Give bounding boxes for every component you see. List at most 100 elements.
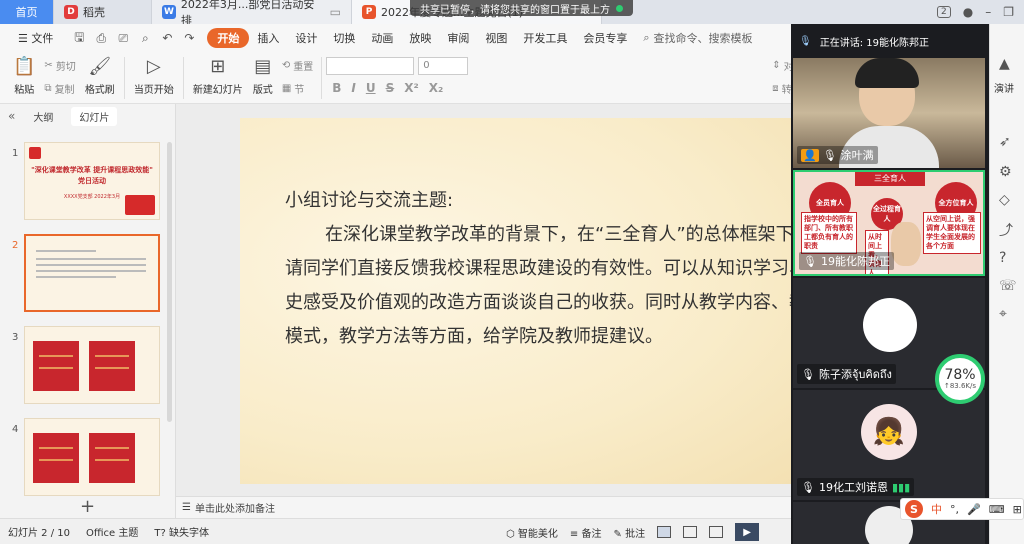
reading-view-icon[interactable] — [709, 526, 724, 538]
save-icon[interactable]: 🖫 — [71, 30, 87, 46]
minimize-icon[interactable]: – — [985, 5, 991, 19]
restore-icon[interactable]: ❐ — [1003, 5, 1014, 19]
subscript-icon[interactable]: X₂ — [429, 81, 444, 95]
menu-slideshow[interactable]: 放映 — [401, 30, 439, 46]
menu-review[interactable]: 审阅 — [439, 30, 477, 46]
play-icon: ▷ — [146, 56, 161, 77]
sorter-view-icon[interactable] — [683, 526, 698, 538]
tab-daoke[interactable]: D 稻壳 — [54, 0, 152, 24]
video-tile[interactable]: 👤 🎙 涂叶满 — [793, 58, 985, 168]
menu-member[interactable]: 会员专享 — [575, 30, 635, 46]
format-painter-button[interactable]: 🖌 格式刷 — [80, 52, 120, 100]
red-panel — [33, 433, 79, 483]
italic-icon[interactable]: I — [351, 81, 355, 95]
from-current-button[interactable]: ▷ 当页开始 — [129, 52, 179, 100]
strikethrough-icon[interactable]: S — [386, 81, 395, 95]
reset-button[interactable]: ⟲ 重置 — [282, 58, 313, 73]
theme-name[interactable]: Office 主题 — [86, 524, 138, 539]
section-button[interactable]: ▦ 节 — [282, 81, 313, 96]
slide-thumbnail-3[interactable] — [24, 326, 160, 404]
ime-more-icon[interactable]: ⊞ — [1013, 503, 1022, 516]
video-tile-shared-slide[interactable]: 三全育人 全员育人 全过程育人 全方位育人 指学校中的所有部门、所有教职工都负有… — [793, 170, 985, 276]
red-panel — [89, 341, 135, 391]
font-name-select[interactable] — [326, 57, 415, 75]
tab-outline[interactable]: 大纲 — [33, 109, 53, 124]
shared-slide-title: 三全育人 — [855, 172, 925, 186]
thumbnail-scrollbar[interactable] — [167, 142, 172, 422]
thumb-line — [36, 258, 146, 260]
cut-button[interactable]: ✂ 剪切 — [44, 58, 75, 73]
ime-keyboard-icon[interactable]: ⌨ — [989, 503, 1005, 516]
page-badge[interactable]: 2 — [937, 6, 951, 18]
tab-doc[interactable]: W 2022年3月...部党日活动安排 ▭ — [152, 0, 352, 27]
divider — [123, 57, 125, 99]
add-slide-button[interactable]: + — [80, 496, 95, 517]
settings-sliders-icon[interactable]: ⚙ — [999, 164, 1012, 180]
menu-design[interactable]: 设计 — [287, 30, 325, 46]
ime-language[interactable]: 中 — [931, 501, 942, 517]
slide-title[interactable]: 小组讨论与交流主题: — [285, 186, 453, 212]
ime-punct-icon[interactable]: °, — [950, 503, 959, 516]
slide-thumbnail-2[interactable] — [24, 234, 160, 312]
layout-button[interactable]: ▤ 版式 — [248, 52, 278, 100]
new-slide-icon: ⊞ — [210, 56, 226, 77]
speaking-indicator: 🎙 正在讲话: 19能化陈邦正 — [799, 35, 929, 49]
present-button[interactable]: 演讲 — [994, 80, 1014, 95]
superscript-icon[interactable]: X² — [404, 81, 419, 95]
tab-pin-icon[interactable]: ▭ — [330, 5, 341, 19]
menu-developer[interactable]: 开发工具 — [515, 30, 575, 46]
video-tile[interactable]: 👧 🎙 19化工刘诺恩 ▮▮▮ — [793, 390, 985, 500]
new-slide-button[interactable]: ⊞ 新建幻灯片 — [188, 52, 248, 100]
copy-button[interactable]: ⧉ 复制 — [44, 81, 75, 96]
bold-icon[interactable]: B — [332, 81, 341, 95]
undo-icon[interactable]: ↶ — [159, 30, 175, 46]
ime-voice-icon[interactable]: 🎤 — [967, 503, 981, 516]
print-icon[interactable]: ⎚ — [115, 30, 131, 46]
menu-insert[interactable]: 插入 — [249, 30, 287, 46]
menu-transition[interactable]: 切换 — [325, 30, 363, 46]
slide-thumbnail-4[interactable] — [24, 418, 160, 496]
arrow-icon[interactable]: ⤴ — [999, 220, 1013, 240]
slide-body-text[interactable]: 在深化课堂教学改革的背景下，在“三全育人”的总体框架下，请同学们直接反馈我校课程… — [285, 218, 800, 354]
brush-icon: 🖌 — [88, 56, 112, 77]
preview-icon[interactable]: ⌕ — [137, 30, 153, 46]
rocket-icon[interactable]: ➶ — [999, 134, 1011, 150]
normal-view-icon[interactable] — [657, 526, 672, 538]
font-size-select[interactable]: 0 — [418, 57, 469, 75]
thumb-line — [36, 270, 146, 272]
notes-bar[interactable]: ☰ 单击此处添加备注 — [176, 496, 792, 518]
menu-start[interactable]: 开始 — [207, 28, 250, 48]
underline-icon[interactable]: U — [366, 81, 376, 95]
comment-toggle-button[interactable]: ✎ 批注 — [614, 525, 646, 540]
participant-name: 👤 🎙 涂叶满 — [797, 146, 878, 164]
align-icon: ⇕ — [772, 60, 781, 71]
slide-number: 4 — [12, 424, 19, 435]
menu-view[interactable]: 视图 — [477, 30, 515, 46]
menu-file[interactable]: ☰ 文件 — [10, 30, 61, 46]
command-search[interactable]: ⌕ 查找命令、搜索模板 — [643, 30, 752, 46]
location-icon[interactable]: ⌖ — [999, 306, 1007, 322]
export-pdf-icon[interactable]: ⎙ — [93, 30, 109, 46]
menu-animation[interactable]: 动画 — [363, 30, 401, 46]
avatar: 👧 — [861, 404, 917, 460]
collapse-pane-icon[interactable]: « — [8, 109, 15, 123]
phone-icon[interactable]: ☏ — [999, 278, 1017, 294]
tab-slides[interactable]: 幻灯片 — [71, 106, 118, 126]
current-slide[interactable]: 小组讨论与交流主题: 在深化课堂教学改革的背景下，在“三全育人”的总体框架下，请… — [240, 118, 800, 484]
paste-button[interactable]: 📋 粘贴 — [8, 52, 40, 100]
play-slideshow-button[interactable]: ▶ — [735, 523, 760, 541]
help-icon[interactable]: ? — [999, 250, 1006, 266]
shape-icon[interactable]: ◇ — [999, 192, 1010, 208]
slide-thumbnail-1[interactable]: "深化课堂教学改革 提升课程思政效能" 党日活动 XXXX党支部 2022年3月 — [24, 142, 160, 220]
missing-font-button[interactable]: T? 缺失字体 — [154, 524, 209, 539]
smart-beautify-button[interactable]: ⬡ 智能美化 — [506, 525, 558, 540]
notes-toggle-button[interactable]: ≡ 备注 — [570, 525, 602, 540]
sogou-icon[interactable]: S — [905, 500, 923, 518]
avatar[interactable]: ● — [963, 5, 973, 19]
scroll-up-icon[interactable]: ▲ — [999, 56, 1010, 72]
ppt-icon: P — [362, 5, 376, 19]
tab-home[interactable]: 首页 — [0, 0, 54, 24]
participant-name: 🎙 陈子添จุ้บคิดถึง — [797, 364, 896, 384]
redo-icon[interactable]: ↷ — [181, 30, 197, 46]
participant-name: 🎙 19能化陈邦正 — [799, 252, 894, 270]
